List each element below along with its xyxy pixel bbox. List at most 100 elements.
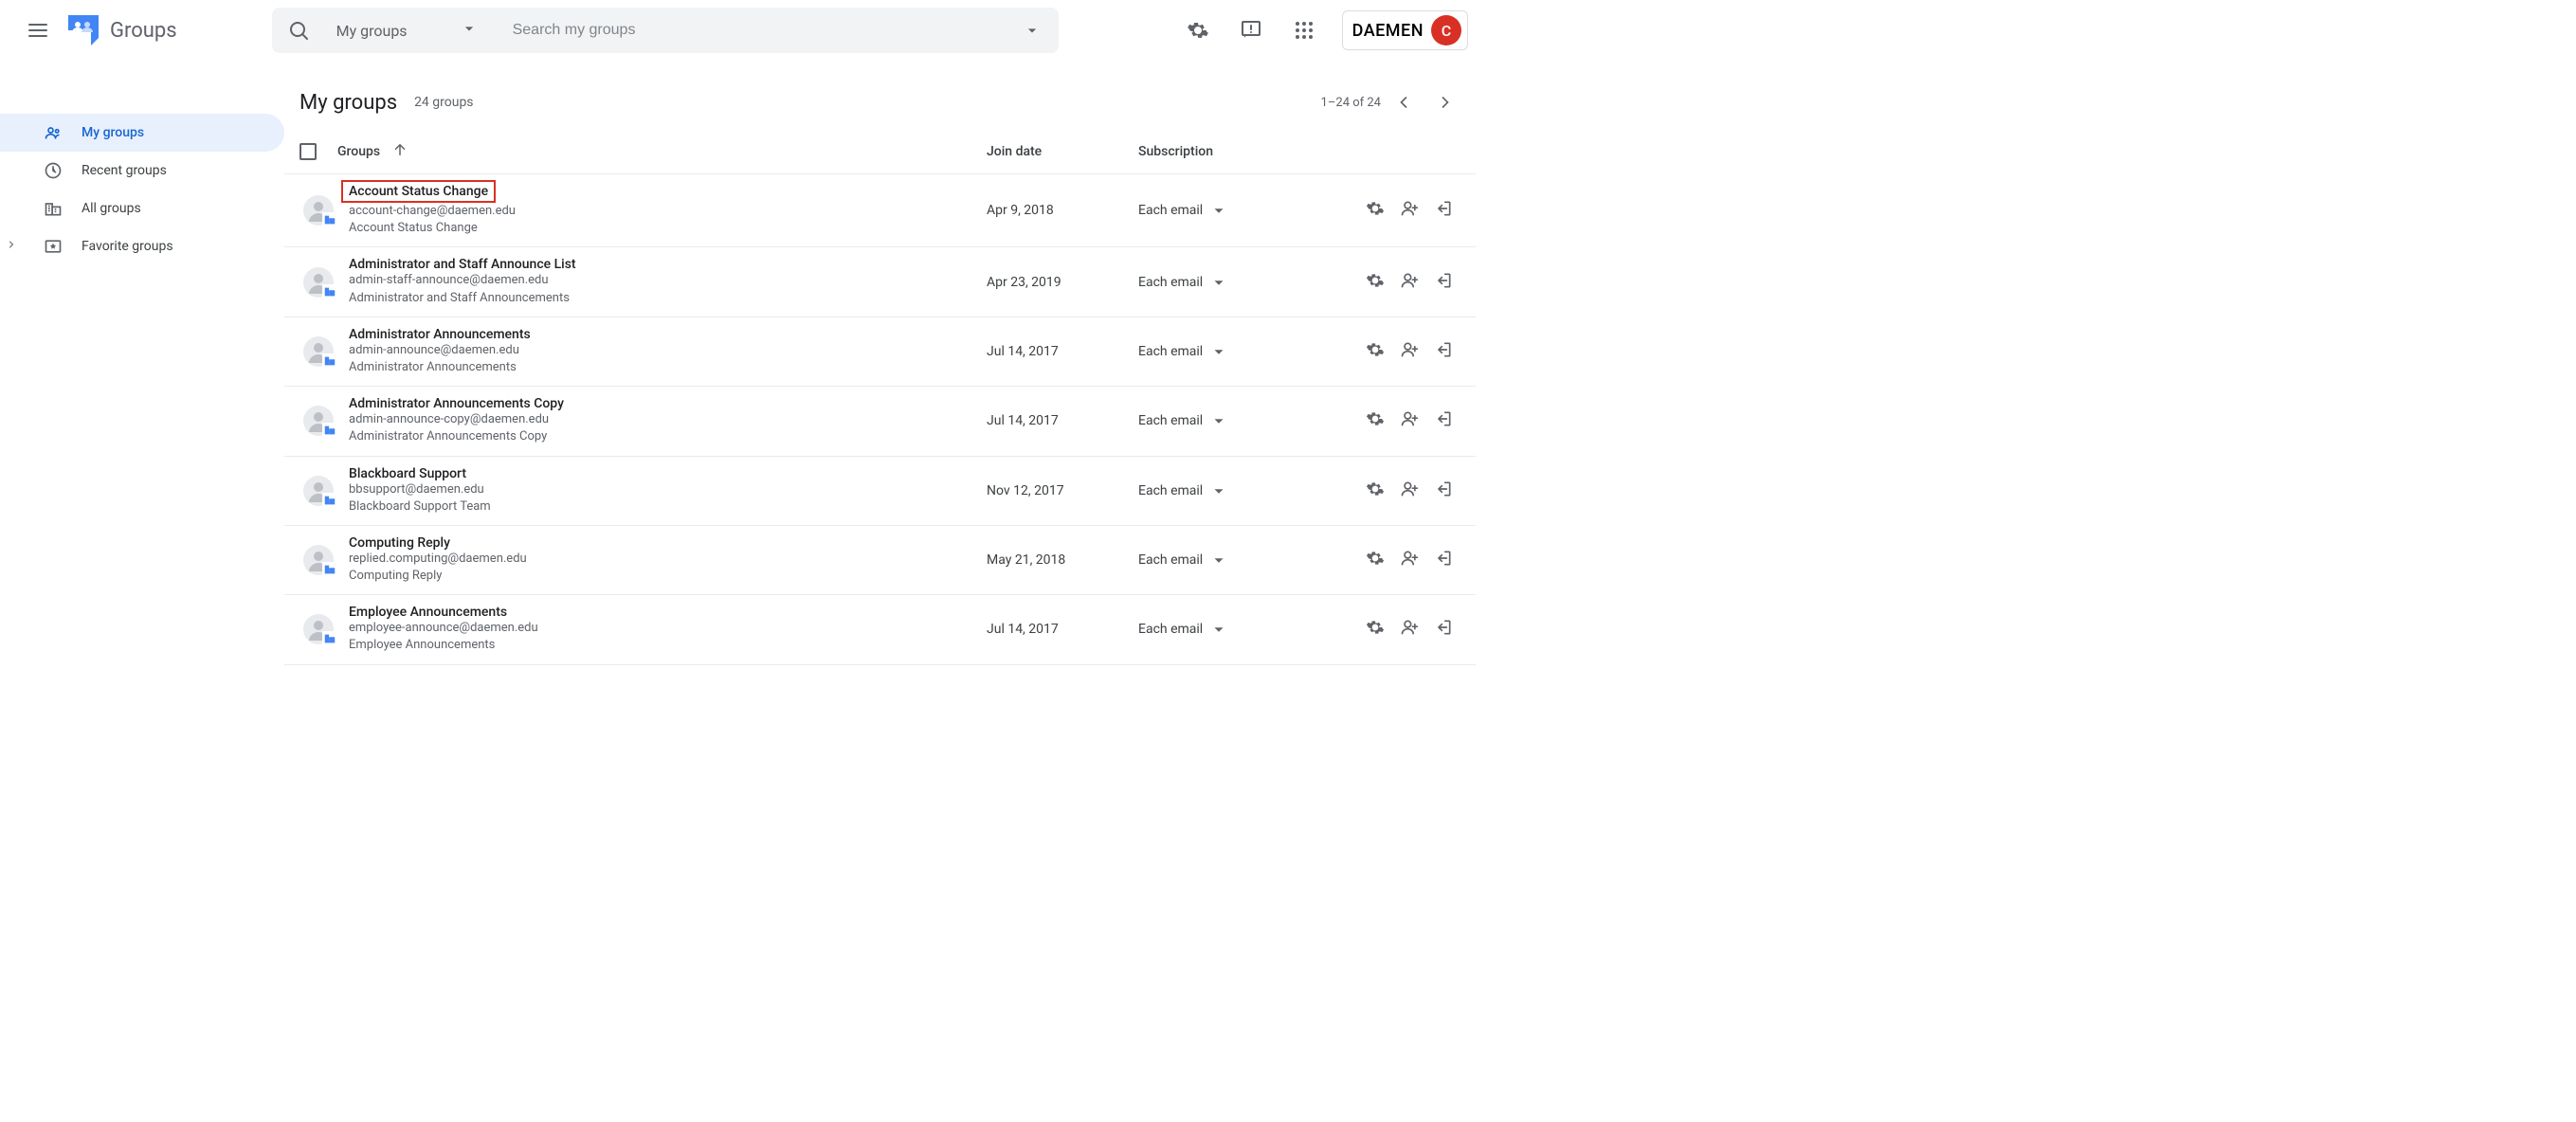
group-avatar bbox=[299, 406, 337, 436]
group-settings-button[interactable] bbox=[1366, 340, 1385, 363]
add-member-button[interactable] bbox=[1400, 549, 1419, 571]
table-row[interactable]: Account Status Change account-change@dae… bbox=[284, 174, 1476, 247]
subscription-value: Each email bbox=[1138, 275, 1203, 290]
chevron-down-icon bbox=[1210, 202, 1227, 219]
star-box-icon bbox=[44, 237, 63, 256]
leave-icon bbox=[1434, 199, 1453, 218]
group-description: Administrator Announcements bbox=[349, 359, 987, 376]
gear-icon bbox=[1366, 340, 1385, 359]
subscription-dropdown[interactable]: Each email bbox=[1138, 482, 1328, 499]
leave-icon bbox=[1434, 549, 1453, 568]
next-page-button[interactable] bbox=[1426, 83, 1464, 121]
group-info: Computing Reply replied.computing@daemen… bbox=[337, 535, 987, 585]
expand-icon[interactable] bbox=[6, 239, 21, 254]
subscription-dropdown[interactable]: Each email bbox=[1138, 202, 1328, 219]
org-badge-icon bbox=[323, 632, 336, 645]
group-settings-button[interactable] bbox=[1366, 271, 1385, 294]
table-row[interactable]: Administrator Announcements admin-announ… bbox=[284, 317, 1476, 387]
group-name-link[interactable]: Administrator Announcements Copy bbox=[349, 396, 564, 411]
group-name-link[interactable]: Administrator Announcements bbox=[349, 327, 531, 342]
org-badge-icon bbox=[323, 494, 336, 507]
column-subscription[interactable]: Subscription bbox=[1138, 144, 1328, 159]
leave-group-button[interactable] bbox=[1434, 618, 1453, 641]
gear-icon bbox=[1366, 271, 1385, 290]
group-email: employee-announce@daemen.edu bbox=[349, 620, 987, 637]
google-apps-button[interactable] bbox=[1281, 8, 1327, 53]
sort-button[interactable] bbox=[391, 141, 408, 162]
search-button[interactable] bbox=[272, 19, 325, 42]
group-name-link[interactable]: Blackboard Support bbox=[349, 466, 466, 481]
add-member-button[interactable] bbox=[1400, 340, 1419, 363]
gear-icon bbox=[1366, 199, 1385, 218]
table-row[interactable]: Administrator and Staff Announce List ad… bbox=[284, 247, 1476, 317]
subscription-dropdown[interactable]: Each email bbox=[1138, 552, 1328, 569]
group-settings-button[interactable] bbox=[1366, 409, 1385, 432]
group-settings-button[interactable] bbox=[1366, 549, 1385, 571]
person-add-icon bbox=[1400, 480, 1419, 498]
group-name-link[interactable]: Employee Announcements bbox=[349, 605, 507, 620]
person-add-icon bbox=[1400, 549, 1419, 568]
subscription-dropdown[interactable]: Each email bbox=[1138, 343, 1328, 360]
add-member-button[interactable] bbox=[1400, 618, 1419, 641]
table-row[interactable]: Administrator Announcements Copy admin-a… bbox=[284, 387, 1476, 456]
search-options-button[interactable] bbox=[1006, 21, 1059, 40]
table-row[interactable]: Employee Announcements employee-announce… bbox=[284, 595, 1476, 664]
leave-group-button[interactable] bbox=[1434, 409, 1453, 432]
group-name-link[interactable]: Account Status Change bbox=[343, 182, 494, 201]
chevron-down-icon bbox=[1210, 482, 1227, 499]
join-date: Nov 12, 2017 bbox=[987, 483, 1138, 498]
chevron-down-icon bbox=[460, 19, 479, 38]
add-member-button[interactable] bbox=[1400, 271, 1419, 294]
menu-icon bbox=[27, 19, 49, 42]
search-input[interactable] bbox=[505, 22, 1006, 39]
group-name-link[interactable]: Computing Reply bbox=[349, 535, 450, 551]
group-settings-button[interactable] bbox=[1366, 480, 1385, 502]
join-date: Apr 9, 2018 bbox=[987, 203, 1138, 218]
leave-group-button[interactable] bbox=[1434, 271, 1453, 294]
subscription-dropdown[interactable]: Each email bbox=[1138, 274, 1328, 291]
org-badge-icon bbox=[323, 563, 336, 576]
group-settings-button[interactable] bbox=[1366, 618, 1385, 641]
leave-group-button[interactable] bbox=[1434, 549, 1453, 571]
subscription-dropdown[interactable]: Each email bbox=[1138, 412, 1328, 429]
column-groups[interactable]: Groups bbox=[337, 141, 987, 162]
leave-group-button[interactable] bbox=[1434, 340, 1453, 363]
join-date: Jul 14, 2017 bbox=[987, 344, 1138, 359]
row-actions bbox=[1328, 618, 1460, 641]
add-member-button[interactable] bbox=[1400, 480, 1419, 502]
leave-group-button[interactable] bbox=[1434, 480, 1453, 502]
sidebar-item-favorite-groups[interactable]: Favorite groups bbox=[0, 227, 284, 265]
column-groups-label: Groups bbox=[337, 144, 380, 159]
settings-button[interactable] bbox=[1175, 8, 1221, 53]
group-info: Administrator and Staff Announce List ad… bbox=[337, 257, 987, 306]
groups-logo-icon bbox=[64, 11, 102, 49]
sidebar-item-my-groups[interactable]: My groups bbox=[0, 114, 284, 152]
prev-page-button[interactable] bbox=[1385, 83, 1423, 121]
chevron-down-icon bbox=[1210, 274, 1227, 291]
table-row[interactable]: Computing Reply replied.computing@daemen… bbox=[284, 526, 1476, 595]
chevron-down-icon bbox=[1210, 412, 1227, 429]
leave-group-button[interactable] bbox=[1434, 199, 1453, 222]
sidebar-item-all-groups[interactable]: All groups bbox=[0, 190, 284, 227]
table-row[interactable]: Blackboard Support bbsupport@daemen.edu … bbox=[284, 457, 1476, 526]
subscription-dropdown[interactable]: Each email bbox=[1138, 621, 1328, 638]
column-join-date-label: Join date bbox=[987, 144, 1042, 159]
app-logo[interactable]: Groups bbox=[64, 11, 177, 49]
group-avatar bbox=[299, 545, 337, 575]
group-name-link[interactable]: Administrator and Staff Announce List bbox=[349, 257, 576, 272]
search-scope-label: My groups bbox=[336, 22, 408, 40]
select-all-checkbox[interactable] bbox=[299, 143, 317, 160]
column-join-date[interactable]: Join date bbox=[987, 144, 1138, 159]
feedback-button[interactable] bbox=[1228, 8, 1274, 53]
select-all-cell bbox=[299, 143, 337, 160]
search-icon bbox=[287, 19, 310, 42]
sidebar-item-label: Recent groups bbox=[82, 163, 167, 178]
add-member-button[interactable] bbox=[1400, 199, 1419, 222]
main-menu-button[interactable] bbox=[15, 8, 61, 53]
search-scope-dropdown[interactable]: My groups bbox=[325, 19, 505, 42]
account-switcher[interactable]: DAEMEN C bbox=[1342, 10, 1468, 50]
add-member-button[interactable] bbox=[1400, 409, 1419, 432]
sidebar-item-recent-groups[interactable]: Recent groups bbox=[0, 152, 284, 190]
org-badge-icon bbox=[323, 213, 336, 226]
group-settings-button[interactable] bbox=[1366, 199, 1385, 222]
